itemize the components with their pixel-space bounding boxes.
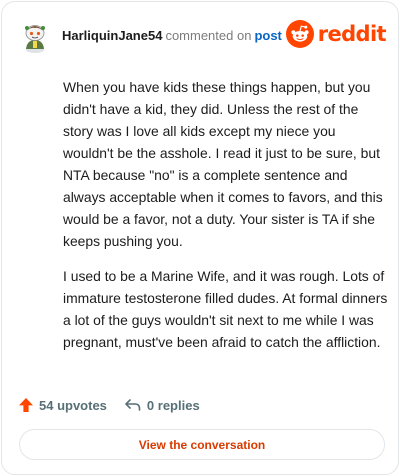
upvote-arrow-icon	[19, 398, 33, 412]
author-username[interactable]: HarliquinJane54	[62, 28, 162, 43]
comment-attribution: HarliquinJane54 commented on post	[62, 28, 282, 43]
reddit-brand[interactable]: reddit	[285, 20, 387, 48]
reply-arrow-icon	[125, 399, 141, 411]
reddit-logo-icon	[285, 20, 314, 48]
upvote-count-label: 54 upvotes	[39, 397, 107, 413]
reply-count-label: 0 replies	[146, 397, 200, 413]
comment-header: HarliquinJane54 commented on post reddit	[18, 16, 387, 56]
reply-count[interactable]: 0 replies	[124, 397, 200, 413]
post-link[interactable]: post	[254, 28, 281, 43]
upvote-count[interactable]: 54 upvotes	[18, 397, 107, 413]
reddit-wordmark: reddit	[317, 22, 387, 46]
comment-stats: 54 upvotes 0 replies	[18, 395, 200, 415]
comment-paragraph: When you have kids these things happen, …	[63, 79, 383, 249]
commented-on-label: commented on	[165, 28, 252, 43]
embedded-comment-card: HarliquinJane54 commented on post reddit W…	[1, 1, 399, 475]
view-conversation-button[interactable]: View the conversation	[19, 429, 385, 460]
comment-paragraph: I used to be a Marine Wife, and it was r…	[63, 268, 388, 350]
snoo-avatar-icon[interactable]	[18, 19, 52, 53]
comment-body: When you have kids these things happen, …	[63, 76, 389, 366]
